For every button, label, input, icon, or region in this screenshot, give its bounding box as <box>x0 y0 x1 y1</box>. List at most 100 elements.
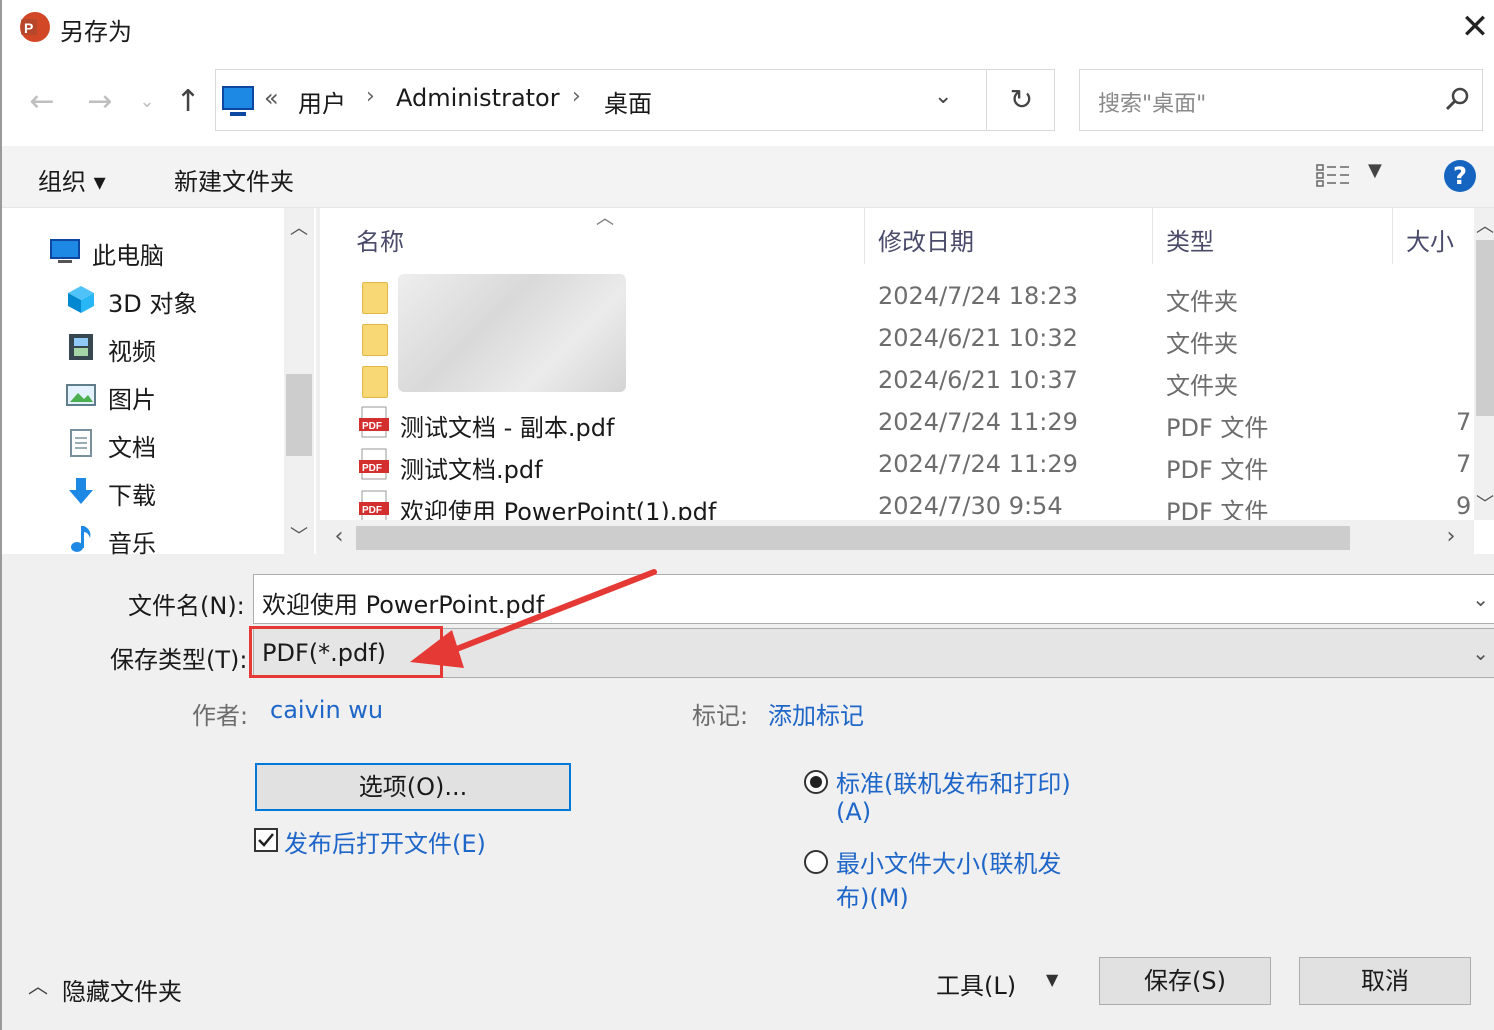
open-after-publish-label[interactable]: 发布后打开文件(E) <box>284 824 486 859</box>
options-button[interactable]: 选项(O)... <box>255 763 571 811</box>
column-header-size[interactable]: 大小 <box>1406 222 1454 257</box>
back-arrow-icon[interactable]: ← <box>24 82 60 122</box>
table-row[interactable]: PDF 测试文档.pdf 2024/7/24 11:29 PDF 文件 7 <box>320 444 1471 486</box>
column-divider[interactable] <box>864 208 865 264</box>
sidebar-item-this-pc[interactable]: 此电脑 <box>2 228 282 270</box>
search-icon[interactable] <box>1442 84 1472 114</box>
open-after-publish-checkbox[interactable] <box>254 828 278 852</box>
pdf-file-icon: PDF <box>359 448 389 480</box>
sidebar-item-music[interactable]: 音乐 <box>2 516 282 558</box>
view-details-icon[interactable] <box>1316 162 1350 190</box>
column-divider[interactable] <box>1392 208 1393 264</box>
optimize-minimum-radio[interactable] <box>804 850 828 874</box>
blurred-folder-names <box>398 274 626 392</box>
scroll-up-arrow-icon[interactable]: ︿ <box>1470 212 1494 238</box>
svg-text:PDF: PDF <box>362 463 382 474</box>
tags-label: 标记: <box>692 702 749 730</box>
view-options-chevron-icon[interactable]: ▼ <box>1368 160 1382 181</box>
hide-folders-button[interactable]: 隐藏文件夹 <box>62 972 182 1007</box>
column-divider[interactable] <box>1152 208 1153 264</box>
organize-menu[interactable]: 组织 ▾ <box>38 162 106 197</box>
author-label: 作者: <box>192 702 249 730</box>
tools-menu[interactable]: 工具(L) <box>936 966 1016 1001</box>
search-box[interactable]: 搜索"桌面" <box>1079 69 1483 131</box>
scrollbar-thumb[interactable] <box>1476 240 1494 416</box>
chevron-down-icon[interactable]: ⌄ <box>1472 587 1489 611</box>
file-date: 2024/7/24 11:29 <box>878 408 1078 436</box>
file-type: PDF 文件 <box>1166 456 1269 484</box>
scrollbar-thumb[interactable] <box>286 374 312 456</box>
scrollbar-thumb[interactable] <box>356 526 1350 550</box>
breadcrumb-separator[interactable]: › <box>572 84 581 109</box>
filename-value[interactable]: 欢迎使用 PowerPoint.pdf <box>262 585 544 620</box>
up-arrow-icon[interactable]: ↑ <box>170 82 206 122</box>
sidebar-item-pictures[interactable]: 图片 <box>2 372 282 414</box>
file-date: 2024/7/24 11:29 <box>878 450 1078 478</box>
sidebar-item-3d-objects[interactable]: 3D 对象 <box>2 276 282 318</box>
tools-dropdown-icon[interactable]: ▼ <box>1046 970 1058 989</box>
scroll-left-arrow-icon[interactable]: ‹ <box>324 524 354 549</box>
author-value[interactable]: caivin wu <box>270 696 383 724</box>
breadcrumb-overflow[interactable]: « <box>264 84 279 112</box>
new-folder-button[interactable]: 新建文件夹 <box>174 162 294 197</box>
file-type: 文件夹 <box>1166 288 1238 316</box>
chevron-down-icon[interactable]: ⌄ <box>1472 641 1489 665</box>
film-icon <box>69 334 93 360</box>
folder-icon <box>362 366 388 398</box>
file-name: 测试文档.pdf <box>400 456 543 484</box>
pdf-file-icon: PDF <box>359 490 389 520</box>
cancel-button[interactable]: 取消 <box>1299 957 1471 1005</box>
help-icon[interactable]: ? <box>1444 160 1476 192</box>
sidebar-item-label: 视频 <box>108 338 156 366</box>
optimize-minimum-label[interactable]: 最小文件大小(联机发 <box>836 844 1061 879</box>
table-row[interactable]: PDF 欢迎使用 PowerPoint(1).pdf 2024/7/30 9:5… <box>320 486 1470 520</box>
file-name: 测试文档 - 副本.pdf <box>400 414 615 442</box>
folder-icon <box>362 282 388 314</box>
svg-text:P: P <box>24 20 33 36</box>
music-note-icon <box>71 526 91 552</box>
sidebar-item-videos[interactable]: 视频 <box>2 324 282 366</box>
save-as-dialog: P 另存为 ✕ ← → ⌄ ↑ « 用户 › Administrator › 桌… <box>0 0 1494 1030</box>
optimize-minimum-shortcut[interactable]: 布)(M) <box>836 878 909 913</box>
file-name: 欢迎使用 PowerPoint(1).pdf <box>400 498 717 520</box>
filename-field[interactable]: 欢迎使用 PowerPoint.pdf ⌄ <box>253 574 1494 624</box>
forward-arrow-icon[interactable]: → <box>82 82 118 122</box>
column-header-name[interactable]: 名称 <box>356 222 404 257</box>
sidebar-item-label: 3D 对象 <box>108 290 198 318</box>
save-button[interactable]: 保存(S) <box>1099 957 1271 1005</box>
file-type: PDF 文件 <box>1166 414 1269 442</box>
chevron-up-icon[interactable]: ︿ <box>28 970 48 999</box>
breadcrumb-administrator[interactable]: Administrator <box>396 84 560 112</box>
recent-locations-chevron-icon[interactable]: ⌄ <box>134 82 160 122</box>
sidebar-item-documents[interactable]: 文档 <box>2 420 282 462</box>
scroll-down-arrow-icon[interactable]: ﹀ <box>1470 490 1494 516</box>
refresh-icon[interactable]: ↻ <box>986 70 1056 130</box>
table-row[interactable]: PDF 测试文档 - 副本.pdf 2024/7/24 11:29 PDF 文件… <box>320 402 1471 444</box>
chevron-down-icon[interactable]: ⌄ <box>934 84 952 109</box>
file-list: ︿ 名称 修改日期 类型 大小 2024/7/24 18:23 文件夹 2024… <box>320 208 1494 554</box>
search-input[interactable]: 搜索"桌面" <box>1098 86 1206 118</box>
download-arrow-icon <box>69 478 93 504</box>
folder-icon <box>362 324 388 356</box>
column-header-type[interactable]: 类型 <box>1166 222 1214 257</box>
file-date: 2024/7/30 9:54 <box>878 492 1063 520</box>
file-type: PDF 文件 <box>1166 498 1269 520</box>
address-bar[interactable]: « 用户 › Administrator › 桌面 ⌄ ↻ <box>215 69 1055 131</box>
optimize-standard-shortcut[interactable]: (A) <box>836 798 871 826</box>
navigation-pane-scrollbar[interactable]: ︿ ﹀ <box>284 208 314 554</box>
file-list-vertical-scrollbar[interactable]: ︿ ﹀ <box>1474 208 1494 520</box>
scroll-right-arrow-icon[interactable]: › <box>1436 524 1466 549</box>
scroll-down-arrow-icon[interactable]: ﹀ <box>284 522 314 548</box>
optimize-standard-label[interactable]: 标准(联机发布和打印) <box>836 764 1071 799</box>
breadcrumb-users[interactable]: 用户 <box>298 84 346 119</box>
add-tags-link[interactable]: 添加标记 <box>768 696 864 731</box>
column-header-date[interactable]: 修改日期 <box>878 222 974 257</box>
optimize-standard-radio[interactable] <box>804 770 828 794</box>
file-list-horizontal-scrollbar[interactable]: ‹ › <box>320 520 1474 554</box>
breadcrumb-separator[interactable]: › <box>366 84 375 109</box>
close-icon[interactable]: ✕ <box>1454 6 1494 48</box>
file-type: 文件夹 <box>1166 330 1238 358</box>
sidebar-item-downloads[interactable]: 下载 <box>2 468 282 510</box>
breadcrumb-desktop[interactable]: 桌面 <box>604 84 652 119</box>
scroll-up-arrow-icon[interactable]: ︿ <box>284 214 314 240</box>
